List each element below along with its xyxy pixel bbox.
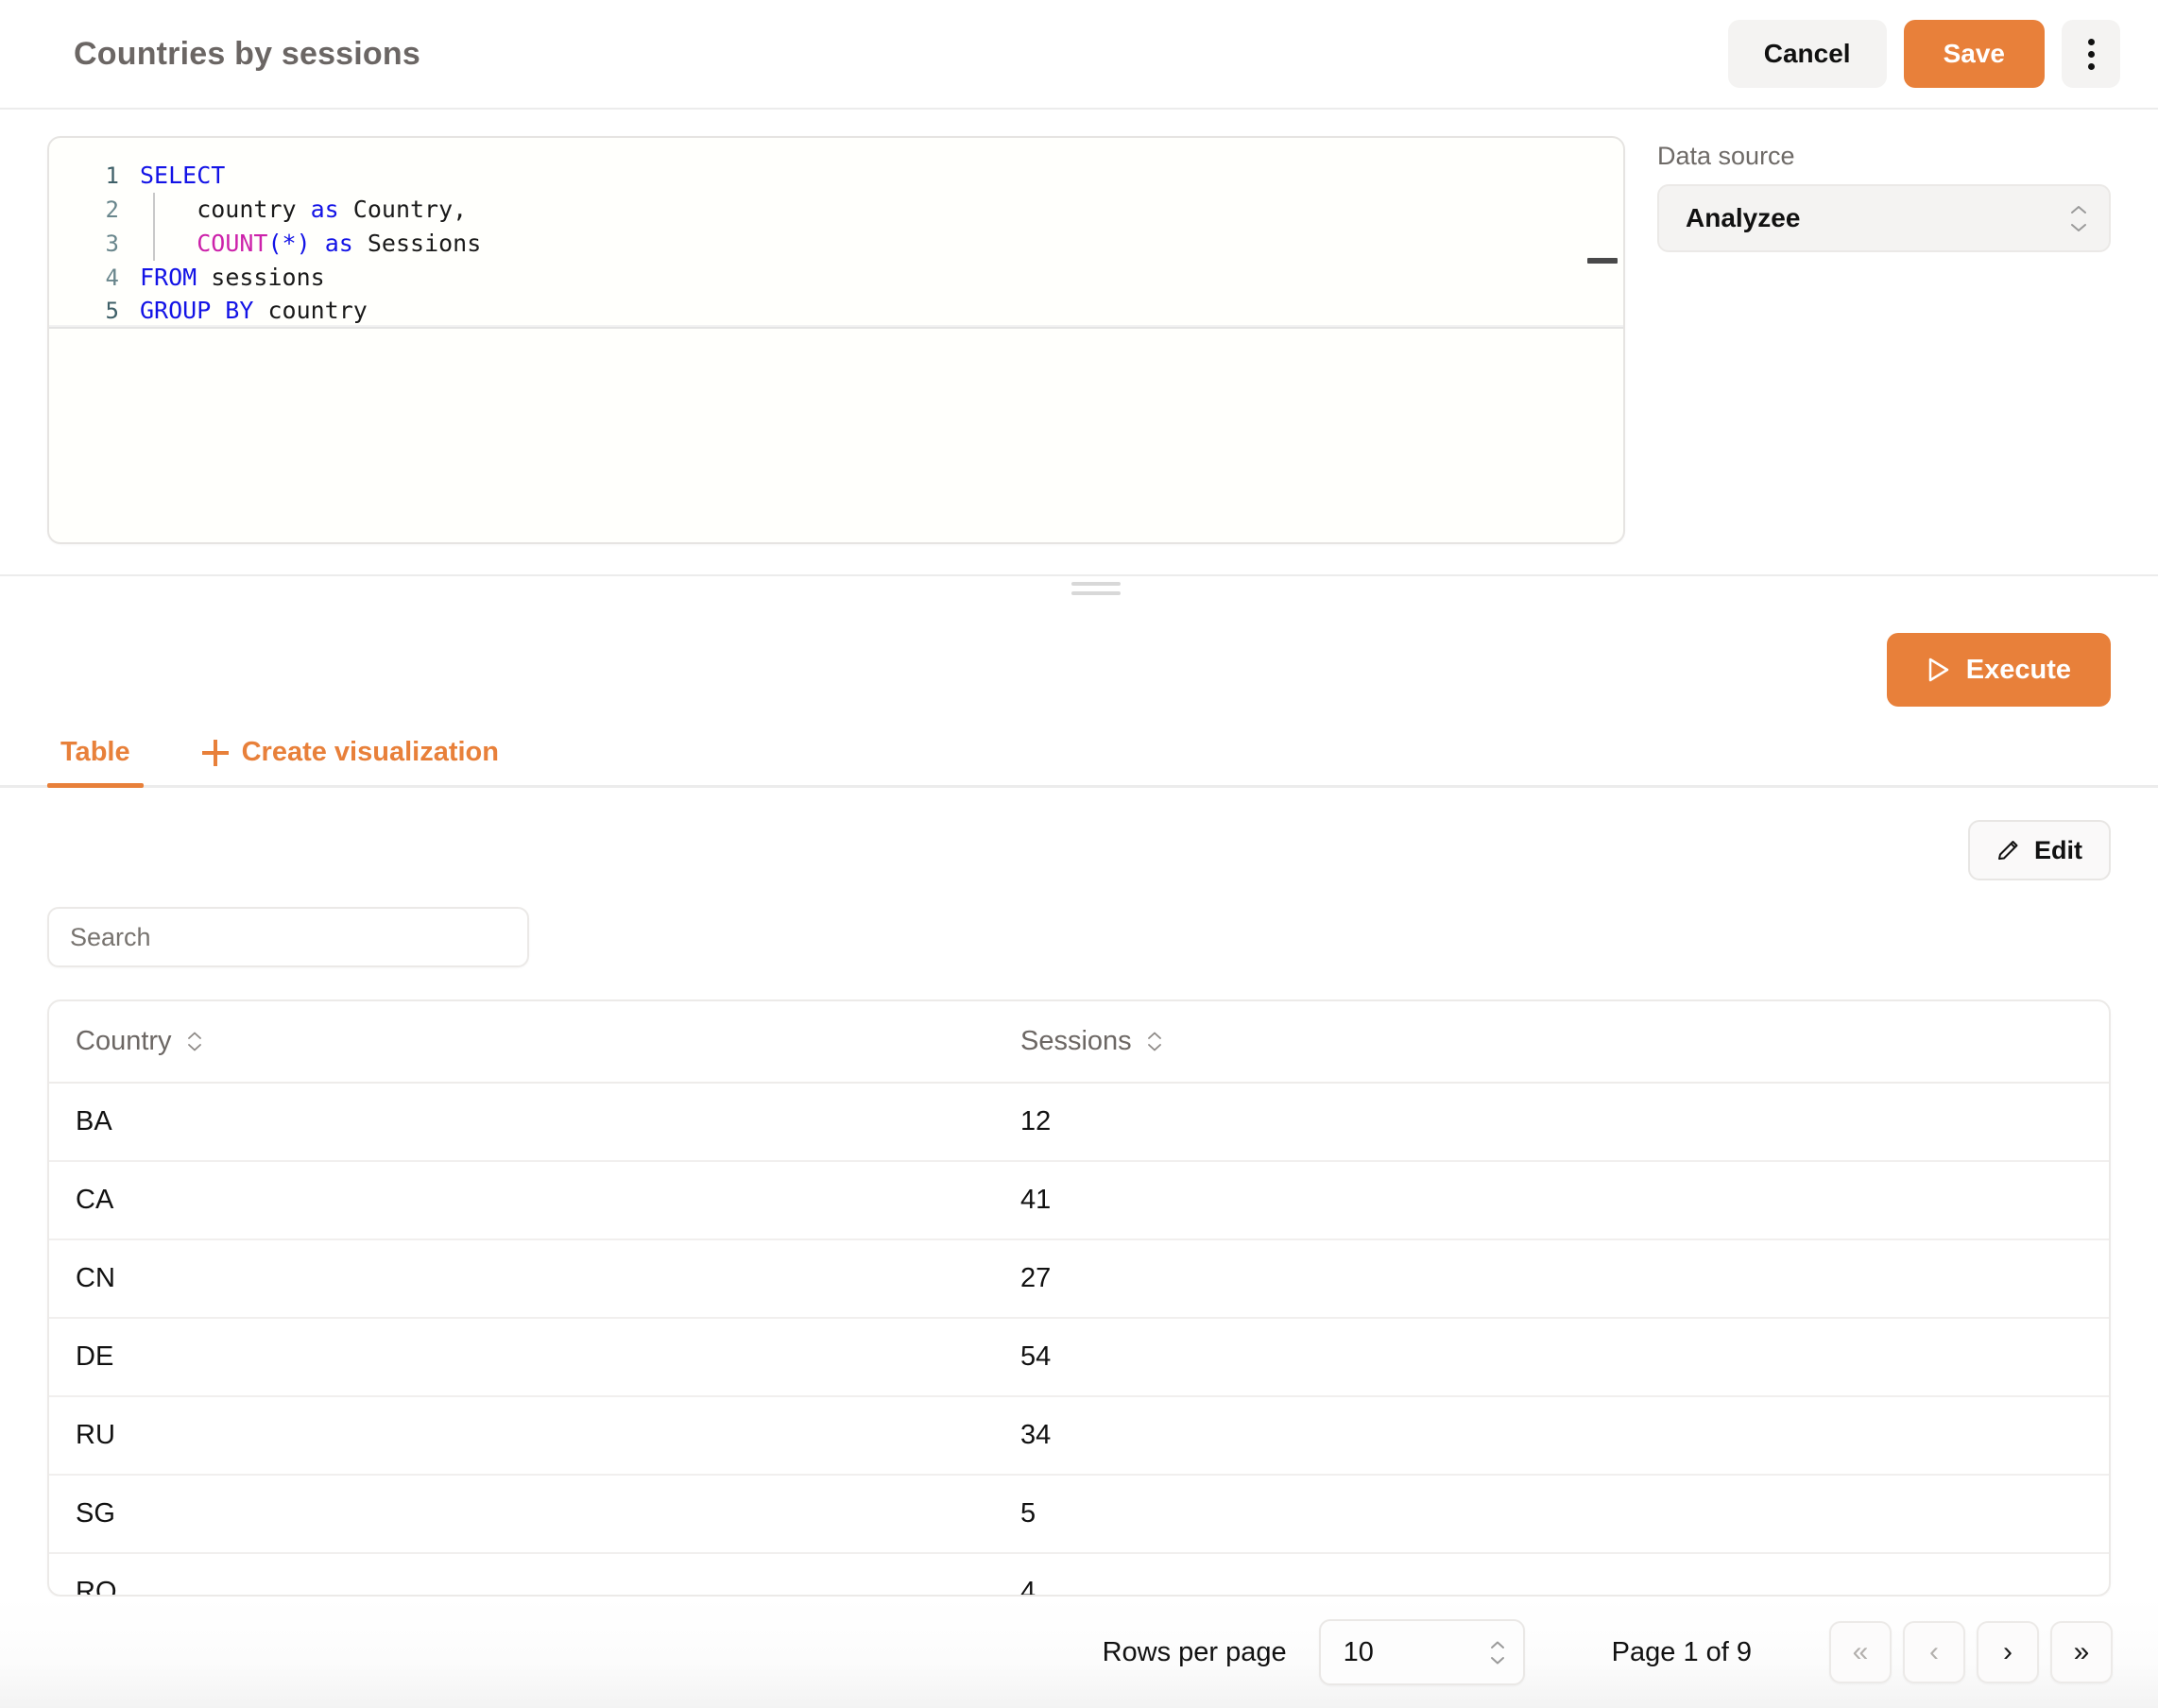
code-text: FROM sessions xyxy=(140,264,325,291)
column-header-sessions-label: Sessions xyxy=(1020,1026,1132,1057)
cell-sessions: 5 xyxy=(994,1475,2109,1555)
line-number: 3 xyxy=(105,231,119,257)
table-header-row: Country Sessions xyxy=(49,1001,2109,1085)
sort-icon xyxy=(1147,1032,1162,1051)
tab-table[interactable]: Table xyxy=(47,737,144,788)
plus-icon xyxy=(201,739,229,766)
cell-country: RO xyxy=(76,1577,117,1597)
pagination-controls: « ‹ › » xyxy=(1829,1621,2113,1683)
edit-label: Edit xyxy=(2034,835,2082,864)
panel-splitter[interactable] xyxy=(0,574,2158,625)
column-header-sessions[interactable]: Sessions xyxy=(994,1001,2109,1085)
data-source-panel: Data source Analyzee xyxy=(1657,136,2111,544)
data-source-select[interactable]: Analyzee xyxy=(1657,184,2111,252)
code-line[interactable]: 2 country as Country, xyxy=(49,193,1623,227)
cell-country: BA xyxy=(49,1083,994,1163)
chevron-up-down-icon xyxy=(2069,205,2088,231)
results-panel: Edit Country xyxy=(0,788,2158,1597)
execute-row: Execute xyxy=(0,625,2158,714)
cancel-button[interactable]: Cancel xyxy=(1727,20,1887,88)
table-row[interactable]: BA 12 xyxy=(49,1083,2109,1163)
column-header-country-label: Country xyxy=(76,1026,172,1057)
cell-country: DE xyxy=(49,1318,994,1398)
chevrons-left-icon[interactable]: « xyxy=(1829,1621,1892,1683)
table-row[interactable]: RU 34 xyxy=(49,1396,2109,1477)
sql-editor[interactable]: 1 SELECT 2 country as Country, 3 COUNT(*) a… xyxy=(47,136,1625,544)
indent-guide xyxy=(153,193,155,261)
line-number: 2 xyxy=(105,196,119,223)
table-row[interactable]: CN 27 xyxy=(49,1239,2109,1320)
play-icon xyxy=(1927,657,1951,683)
cell-sessions: 27 xyxy=(994,1239,2109,1320)
kebab-dot xyxy=(2087,62,2095,70)
tab-create-visualization[interactable]: Create visualization xyxy=(189,737,512,785)
page-header: Countries by sessions Cancel Save xyxy=(0,0,2158,110)
rows-per-page-select[interactable]: 10 xyxy=(1318,1619,1525,1685)
table-row[interactable]: DE 54 xyxy=(49,1318,2109,1398)
code-text: country as Country, xyxy=(140,196,468,223)
table-head: Country Sessions xyxy=(49,1001,2109,1085)
table-body: BA 12 CA 41 CN 27 DE 54 RU 34 SG 5 RO 4 xyxy=(49,1083,2109,1597)
results-table-card: Country Sessions BA 12 CA 41 CN 27 DE 54… xyxy=(47,999,2111,1597)
column-header-country[interactable]: Country xyxy=(49,1001,994,1085)
tab-create-visualization-label: Create visualization xyxy=(241,737,499,767)
table-row[interactable]: RO 4 xyxy=(49,1553,2109,1597)
cell-country: CN xyxy=(49,1239,994,1320)
drag-handle-icon[interactable] xyxy=(1071,582,1121,595)
result-tabs: Table Create visualization xyxy=(0,714,2158,788)
chevron-left-icon[interactable]: ‹ xyxy=(1903,1621,1965,1683)
code-line[interactable]: 3 COUNT(*) as Sessions xyxy=(49,227,1623,261)
table-row[interactable]: CA 41 xyxy=(49,1161,2109,1241)
results-toolbar: Edit xyxy=(47,820,2111,880)
code-text: GROUP BY country xyxy=(140,297,368,324)
results-table: Country Sessions BA 12 CA 41 CN 27 DE 54… xyxy=(49,1001,2109,1597)
cell-sessions: 41 xyxy=(994,1161,2109,1241)
editor-overview-marker xyxy=(1587,258,1618,264)
line-number: 1 xyxy=(105,162,119,189)
line-number: 4 xyxy=(105,265,119,291)
code-line[interactable]: 5 GROUP BY country xyxy=(49,295,1623,329)
kebab-dot xyxy=(2087,50,2095,58)
page-title: Countries by sessions xyxy=(74,35,420,72)
chevron-up-down-icon xyxy=(1489,1641,1506,1665)
save-button[interactable]: Save xyxy=(1903,20,2045,88)
code-text: SELECT xyxy=(140,162,226,189)
search-input[interactable] xyxy=(47,907,529,968)
execute-button[interactable]: Execute xyxy=(1886,633,2111,707)
execute-label: Execute xyxy=(1965,654,2071,685)
data-source-value: Analyzee xyxy=(1686,203,1801,232)
data-source-label: Data source xyxy=(1657,142,1795,170)
kebab-menu-icon[interactable] xyxy=(2062,20,2120,88)
pagination-footer: Rows per page 10 Page 1 of 9 « ‹ › » xyxy=(0,1597,2158,1708)
header-actions: Cancel Save xyxy=(1727,20,2120,88)
query-editor-page: Countries by sessions Cancel Save 1 SELEC… xyxy=(0,0,2158,1708)
cell-sessions: 34 xyxy=(994,1396,2109,1477)
code-line[interactable]: 1 SELECT xyxy=(49,159,1623,193)
edit-button[interactable]: Edit xyxy=(1968,820,2111,880)
cell-sessions: 54 xyxy=(994,1318,2109,1398)
cell-sessions: 12 xyxy=(994,1083,2109,1163)
cell-sessions: 4 xyxy=(1020,1577,1036,1597)
cell-country: RU xyxy=(49,1396,994,1477)
line-number: 5 xyxy=(105,298,119,324)
code-text: COUNT(*) as Sessions xyxy=(197,230,482,257)
rows-per-page-label: Rows per page xyxy=(1102,1636,1287,1667)
kebab-dot xyxy=(2087,38,2095,45)
sql-code[interactable]: 1 SELECT 2 country as Country, 3 COUNT(*) a… xyxy=(49,138,1623,329)
chevrons-right-icon[interactable]: » xyxy=(2050,1621,2113,1683)
editor-zone: 1 SELECT 2 country as Country, 3 COUNT(*) a… xyxy=(0,110,2158,544)
pencil-icon xyxy=(1996,838,2021,863)
cell-country: SG xyxy=(49,1475,994,1555)
code-line[interactable]: 4 FROM sessions xyxy=(49,261,1623,295)
cell-country: CA xyxy=(49,1161,994,1241)
rows-per-page-value: 10 xyxy=(1343,1636,1374,1667)
sort-icon xyxy=(187,1032,202,1051)
chevron-right-icon[interactable]: › xyxy=(1977,1621,2039,1683)
table-row[interactable]: SG 5 xyxy=(49,1475,2109,1555)
page-indicator: Page 1 of 9 xyxy=(1611,1636,1752,1667)
